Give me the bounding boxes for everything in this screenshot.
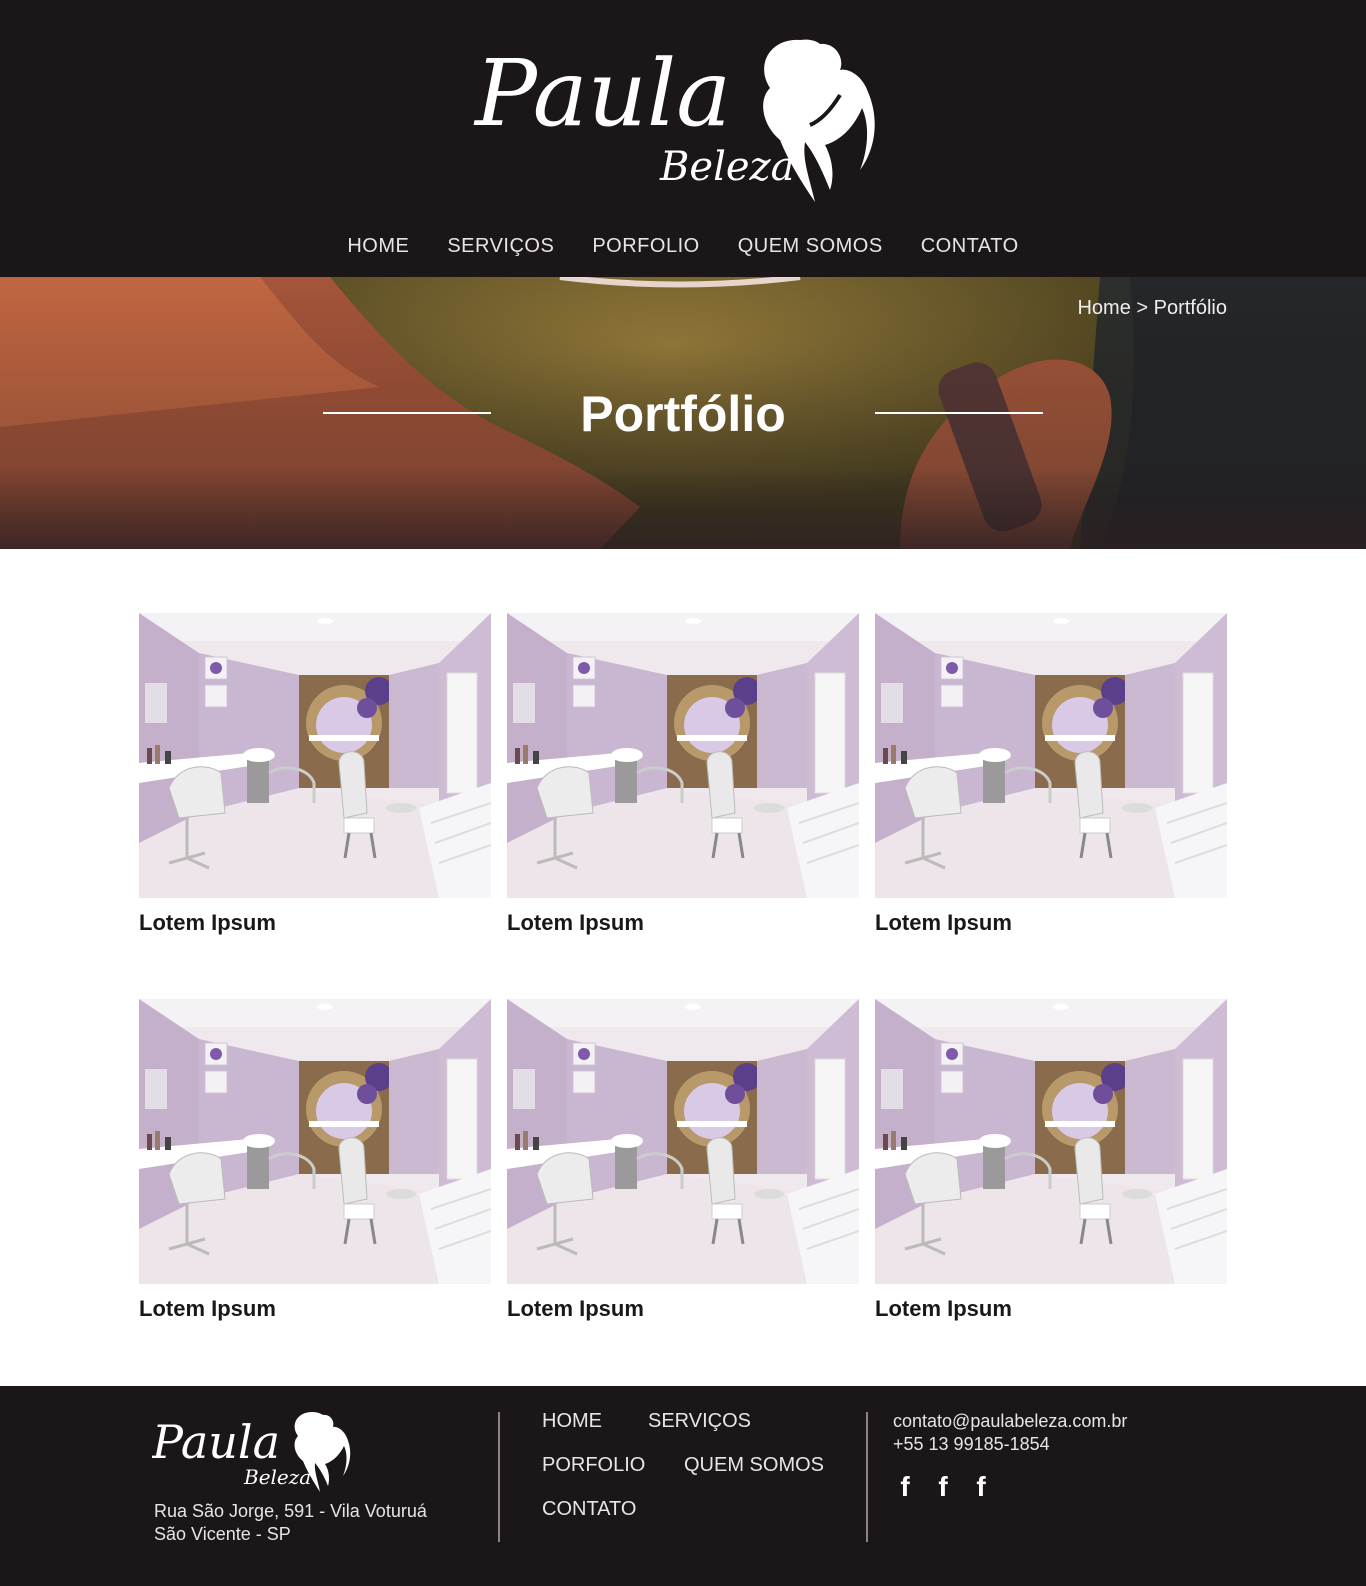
nav-portfolio[interactable]: PORFOLIO [592, 226, 699, 266]
contact-phone[interactable]: +55 13 99185-1854 [893, 1433, 1127, 1456]
address-line-2: São Vicente - SP [154, 1524, 291, 1544]
brand-logo[interactable]: Paula Beleza [470, 30, 900, 210]
footer-nav-quem-somos[interactable]: QUEM SOMOS [684, 1454, 824, 1477]
footer-nav-portfolio[interactable]: PORFOLIO [542, 1454, 645, 1477]
facebook-icon[interactable]: f [893, 1472, 917, 1502]
portfolio-image[interactable] [139, 613, 491, 898]
logo-mark: Paula Beleza [473, 39, 875, 203]
nav-servicos[interactable]: SERVIÇOS [447, 226, 554, 266]
footer-divider [866, 1412, 868, 1542]
portfolio-card[interactable]: Lotem Ipsum [139, 613, 491, 936]
logo-text-sub: Beleza [659, 144, 794, 190]
nav-quem-somos[interactable]: QUEM SOMOS [738, 226, 883, 266]
footer-divider [498, 1412, 500, 1542]
facebook-icon[interactable]: f [931, 1472, 955, 1502]
title-divider-right [875, 412, 1043, 414]
portfolio-card[interactable]: Lotem Ipsum [507, 999, 859, 1322]
breadcrumb[interactable]: Home > Portfólio [1077, 297, 1227, 320]
facebook-icon[interactable]: f [969, 1472, 993, 1502]
portfolio-image[interactable] [507, 999, 859, 1284]
portfolio-image[interactable] [875, 999, 1227, 1284]
nav-contato[interactable]: CONTATO [921, 226, 1019, 266]
footer-nav-servicos[interactable]: SERVIÇOS [648, 1410, 751, 1433]
footer-logo-text-main: Paula [152, 1415, 280, 1469]
portfolio-card[interactable]: Lotem Ipsum [507, 613, 859, 936]
salon-room-image [139, 999, 491, 1284]
salon-room-image [139, 613, 491, 898]
footer-contact: contato@paulabeleza.com.br +55 13 99185-… [893, 1410, 1127, 1456]
salon-room-image [507, 613, 859, 898]
portfolio-caption: Lotem Ipsum [139, 910, 276, 935]
portfolio-caption: Lotem Ipsum [875, 910, 1012, 935]
portfolio-card[interactable]: Lotem Ipsum [875, 613, 1227, 936]
salon-room-image [507, 999, 859, 1284]
site-footer: Paula Beleza Rua São Jorge, 591 - Vila V… [0, 1386, 1366, 1586]
portfolio-card[interactable]: Lotem Ipsum [139, 999, 491, 1322]
salon-room-image [875, 999, 1227, 1284]
footer-nav-contato[interactable]: CONTATO [542, 1498, 636, 1521]
portfolio-caption: Lotem Ipsum [507, 910, 644, 935]
address-line-1: Rua São Jorge, 591 - Vila Voturuá [154, 1501, 427, 1521]
logo-text-main: Paula [473, 40, 731, 147]
footer-logo[interactable]: Paula Beleza [151, 1408, 357, 1494]
portfolio-caption: Lotem Ipsum [507, 1296, 644, 1321]
nav-home[interactable]: HOME [347, 226, 409, 266]
main-nav: HOME SERVIÇOS PORFOLIO QUEM SOMOS CONTAT… [0, 226, 1366, 266]
portfolio-image[interactable] [875, 613, 1227, 898]
portfolio-image[interactable] [139, 999, 491, 1284]
salon-room-image [875, 613, 1227, 898]
footer-address: Rua São Jorge, 591 - Vila Voturuá São Vi… [154, 1500, 427, 1546]
footer-logo-text-sub: Beleza [243, 1465, 311, 1489]
portfolio-caption: Lotem Ipsum [875, 1296, 1012, 1321]
portfolio-image[interactable] [507, 613, 859, 898]
portfolio-caption: Lotem Ipsum [139, 1296, 276, 1321]
page-title: Portfólio [580, 386, 786, 442]
social-links: fff [893, 1472, 1007, 1502]
page-hero: Home > Portfólio Portfólio [0, 277, 1366, 549]
site-header: Paula Beleza HOME SERVIÇOS PORFOLIO QUEM… [0, 0, 1366, 277]
contact-email[interactable]: contato@paulabeleza.com.br [893, 1410, 1127, 1433]
footer-nav-home[interactable]: HOME [542, 1410, 602, 1433]
portfolio-card[interactable]: Lotem Ipsum [875, 999, 1227, 1322]
